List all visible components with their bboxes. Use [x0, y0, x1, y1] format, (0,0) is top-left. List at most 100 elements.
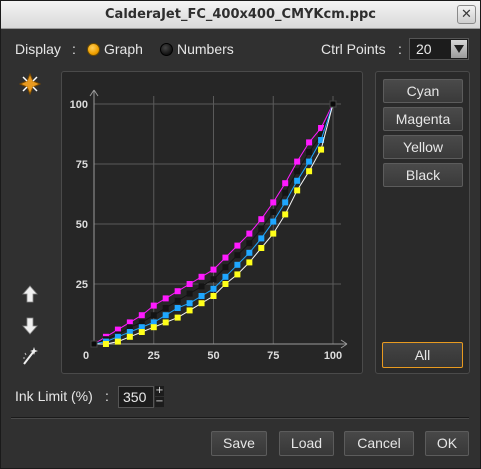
black-control-point: [150, 312, 157, 319]
start-control-point: [90, 340, 98, 348]
black-control-point: [174, 297, 181, 304]
yellow-control-point: [186, 307, 193, 314]
title-bar[interactable]: CalderaJet_FC_400x400_CMYKcm.ppc ✕: [1, 1, 480, 29]
cancel-button[interactable]: Cancel: [344, 431, 414, 456]
black-control-point: [210, 276, 217, 283]
yellow-control-point: [102, 341, 109, 347]
yellow-control-point: [306, 168, 313, 175]
arrow-up-icon[interactable]: [19, 283, 41, 305]
divider: [11, 417, 469, 419]
graph-radio-label[interactable]: Graph: [104, 41, 143, 57]
display-colon: :: [72, 41, 76, 57]
yellow-button[interactable]: Yellow: [383, 135, 463, 159]
channel-panel: Cyan Magenta Yellow Black All: [375, 71, 470, 374]
yellow-control-point: [294, 187, 301, 194]
numbers-radio[interactable]: [160, 43, 173, 56]
curve-graph-panel[interactable]: 0 25 50 75 100 25 50 75 100: [61, 71, 363, 374]
black-control-point: [246, 240, 253, 247]
numbers-radio-label[interactable]: Numbers: [177, 41, 234, 57]
black-control-point: [162, 305, 169, 311]
graph-radio[interactable]: [87, 43, 100, 56]
yellow-control-point: [258, 245, 265, 251]
ctrl-points-colon: :: [398, 41, 402, 57]
cyan-control-point: [210, 285, 217, 292]
y-tick-label: 25: [76, 279, 88, 291]
y-tick-label: 75: [76, 159, 88, 171]
magenta-control-point: [282, 180, 289, 187]
black-control-point: [222, 264, 229, 271]
yellow-control-point: [222, 281, 229, 287]
black-control-point: [258, 225, 265, 232]
x-tick-label: 75: [267, 350, 279, 362]
black-button[interactable]: Black: [383, 163, 463, 187]
ink-limit-stepper[interactable]: + −: [155, 386, 164, 408]
yellow-control-point: [210, 293, 217, 299]
yellow-control-point: [138, 329, 145, 335]
y-tick-label: 100: [70, 99, 88, 111]
dropdown-arrow-icon[interactable]: [451, 40, 467, 58]
ink-limit-input[interactable]: 350: [118, 386, 154, 408]
ctrl-points-select[interactable]: 20: [409, 38, 469, 60]
x-tick-label: 0: [83, 350, 89, 362]
black-control-point: [270, 209, 277, 215]
magenta-control-point: [246, 230, 253, 237]
cyan-control-point: [162, 312, 169, 319]
magenta-control-point: [222, 254, 229, 261]
x-tick-label: 50: [207, 350, 219, 362]
close-button[interactable]: ✕: [457, 5, 476, 24]
cyan-control-point: [270, 218, 277, 225]
curve-graph[interactable]: 0 25 50 75 100 25 50 75 100: [62, 72, 362, 373]
black-control-point: [234, 252, 241, 259]
arrow-down-icon[interactable]: [19, 315, 41, 337]
black-control-point: [294, 168, 301, 175]
magic-wand-icon[interactable]: [19, 345, 41, 367]
yellow-control-point: [162, 319, 169, 326]
magenta-control-point: [210, 266, 217, 273]
decrement-icon[interactable]: −: [155, 397, 164, 407]
save-button[interactable]: Save: [211, 431, 267, 456]
cyan-button[interactable]: Cyan: [383, 79, 463, 103]
cyan-control-point: [222, 273, 229, 280]
ok-button[interactable]: OK: [425, 431, 469, 456]
ink-limit-value: 350: [123, 389, 147, 405]
dialog-window: CalderaJet_FC_400x400_CMYKcm.ppc ✕ Displ…: [0, 0, 481, 469]
x-tick-label: 25: [148, 350, 160, 362]
black-control-point: [186, 290, 193, 297]
black-control-point: [282, 189, 289, 196]
yellow-control-point: [114, 338, 121, 345]
window-title: CalderaJet_FC_400x400_CMYKcm.ppc: [105, 7, 376, 22]
x-tick-label: 100: [324, 350, 342, 362]
increment-icon[interactable]: +: [155, 386, 164, 396]
yellow-control-point: [174, 314, 181, 321]
all-button[interactable]: All: [382, 342, 463, 368]
ctrl-points-value: 20: [416, 41, 432, 57]
ctrl-points-label: Ctrl Points: [321, 41, 386, 57]
cyan-control-point: [294, 177, 301, 184]
display-label: Display: [15, 41, 61, 57]
yellow-control-point: [126, 333, 133, 340]
magenta-button[interactable]: Magenta: [383, 107, 463, 131]
magenta-control-point: [150, 302, 157, 309]
yellow-control-point: [198, 300, 205, 307]
close-icon: ✕: [461, 7, 472, 22]
yellow-control-point: [282, 211, 289, 218]
y-tick-label: 50: [76, 219, 88, 231]
yellow-control-point: [318, 146, 325, 153]
yellow-control-point: [270, 230, 277, 237]
magenta-control-point: [198, 273, 205, 280]
yellow-control-point: [246, 259, 253, 266]
black-control-point: [306, 149, 313, 155]
magenta-control-point: [306, 139, 313, 146]
yellow-control-point: [234, 271, 241, 278]
black-control-point: [198, 283, 205, 290]
load-button[interactable]: Load: [279, 431, 334, 456]
move-handles-icon[interactable]: [18, 72, 42, 96]
ink-limit-label: Ink Limit (%): [15, 388, 93, 404]
magenta-control-point: [138, 312, 145, 319]
magenta-control-point: [258, 216, 265, 223]
cyan-control-point: [246, 249, 253, 256]
cyan-control-point: [306, 158, 313, 165]
magenta-control-point: [174, 288, 181, 295]
magenta-control-point: [186, 281, 193, 287]
end-control-point: [329, 100, 337, 108]
